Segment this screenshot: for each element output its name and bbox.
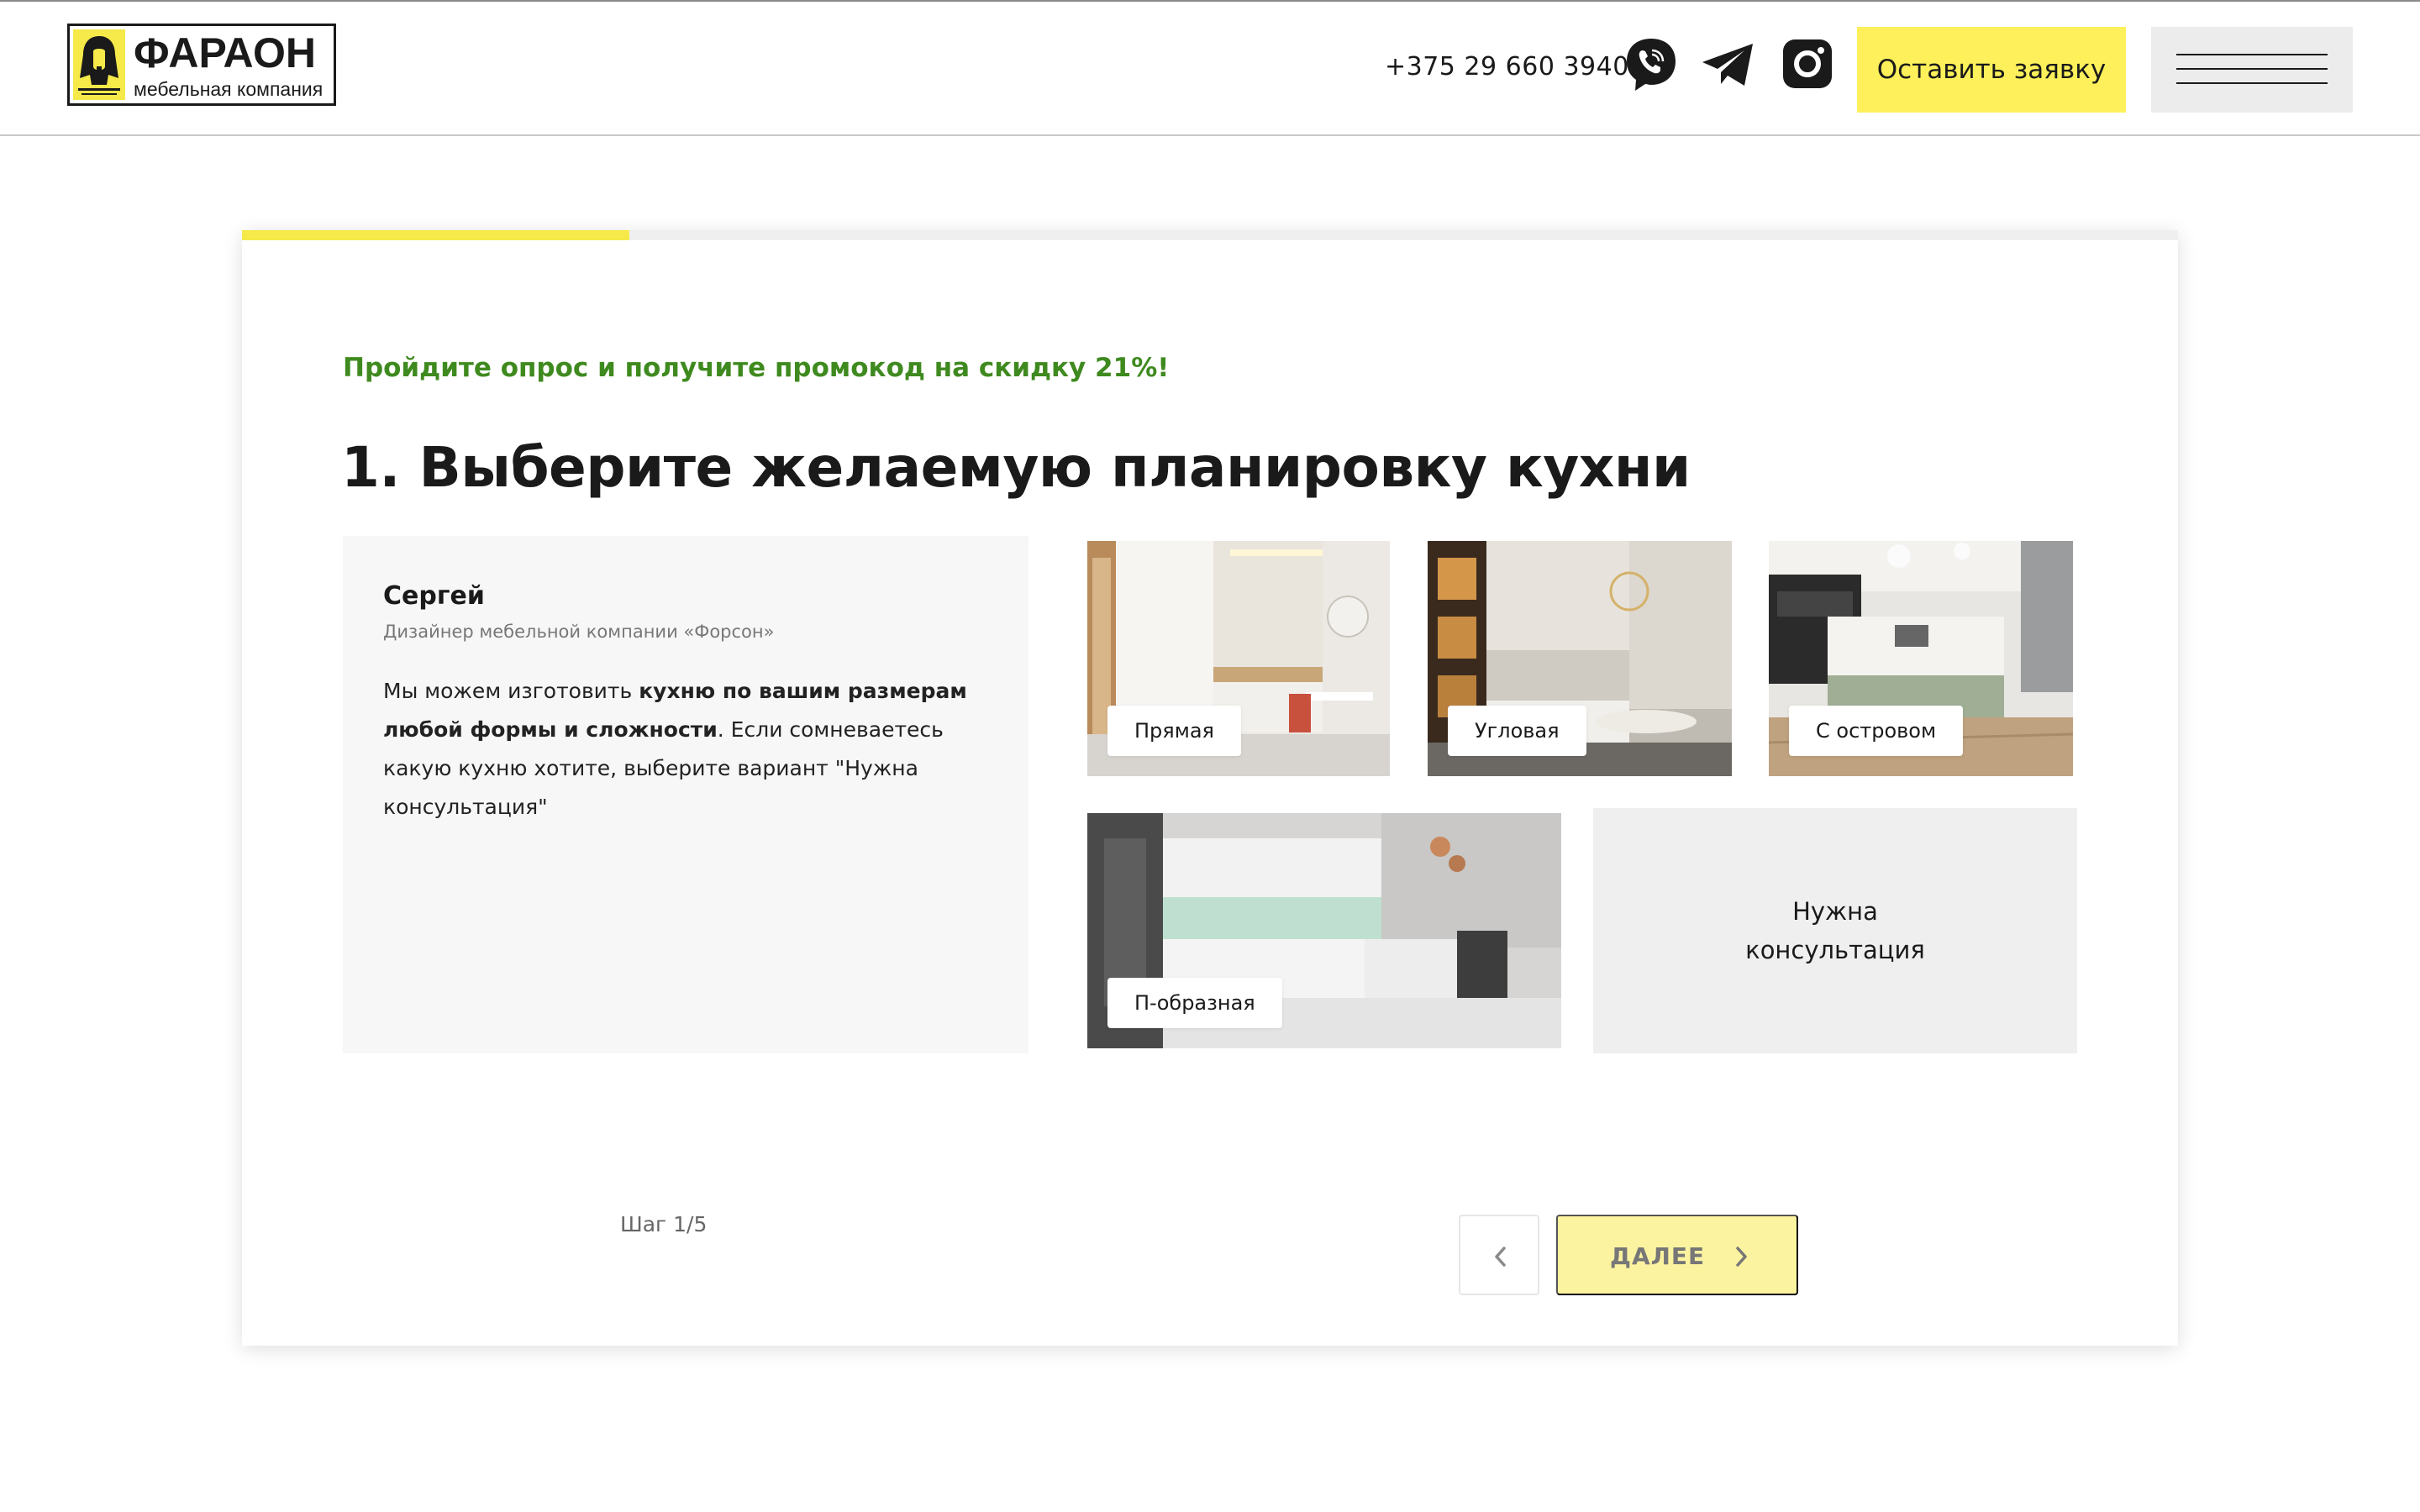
option-straight[interactable]: Прямая — [1087, 541, 1390, 776]
progress-fill — [242, 230, 629, 240]
leave-request-button[interactable]: Оставить заявку — [1857, 27, 2126, 113]
menu-button[interactable] — [2151, 27, 2353, 113]
option-corner[interactable]: Угловая — [1428, 541, 1732, 776]
hamburger-line — [2176, 82, 2328, 84]
logo[interactable]: ФАРАОН мебельная компания — [67, 24, 336, 106]
consultant-role: Дизайнер мебельной компании «Форсон» — [383, 622, 775, 642]
progress-bar — [242, 230, 2178, 240]
option-consultation[interactable]: Нужна консультация — [1593, 808, 2077, 1053]
question-title: 1. Выберите желаемую планировку кухни — [341, 435, 1691, 500]
previous-button[interactable] — [1459, 1215, 1539, 1295]
step-indicator: Шаг 1/5 — [620, 1212, 708, 1236]
pharaoh-emblem-icon — [73, 29, 125, 100]
quiz-card: Пройдите опрос и получите промокод на ск… — [242, 230, 2178, 1346]
option-u-shaped[interactable]: П-образная — [1087, 813, 1561, 1048]
logo-subtitle: мебельная компания — [134, 78, 324, 100]
next-button-label: ДАЛЕЕ — [1610, 1242, 1706, 1270]
phone-link[interactable]: +375 29 660 3940 — [1385, 50, 1629, 84]
site-header: ФАРАОН мебельная компания +375 29 660 39… — [0, 2, 2420, 136]
hamburger-icon — [2176, 54, 2328, 55]
option-island[interactable]: С островом — [1769, 541, 2073, 776]
chevron-left-icon — [1495, 1247, 1506, 1267]
consultant-panel: Сергей Дизайнер мебельной компании «Форс… — [343, 536, 1028, 1053]
viber-icon[interactable] — [1622, 34, 1681, 94]
logo-name: ФАРАОН — [134, 29, 316, 76]
instagram-icon[interactable] — [1778, 34, 1837, 94]
consultant-message: Мы можем изготовить кухню по вашим разме… — [383, 672, 997, 827]
message-part: Мы можем изготовить — [383, 679, 639, 703]
option-label: С островом — [1789, 706, 1964, 756]
chevron-right-icon — [1736, 1247, 1747, 1267]
option-label: Нужна консультация — [1745, 897, 1925, 964]
option-label: Угловая — [1448, 706, 1586, 756]
promo-text: Пройдите опрос и получите промокод на ск… — [343, 353, 1170, 383]
consultant-name: Сергей — [383, 581, 485, 611]
telegram-icon[interactable] — [1699, 34, 1758, 94]
hamburger-line — [2176, 68, 2328, 70]
option-label: Прямая — [1107, 706, 1241, 756]
next-button[interactable]: ДАЛЕЕ — [1556, 1215, 1798, 1295]
option-label: П-образная — [1107, 978, 1282, 1028]
